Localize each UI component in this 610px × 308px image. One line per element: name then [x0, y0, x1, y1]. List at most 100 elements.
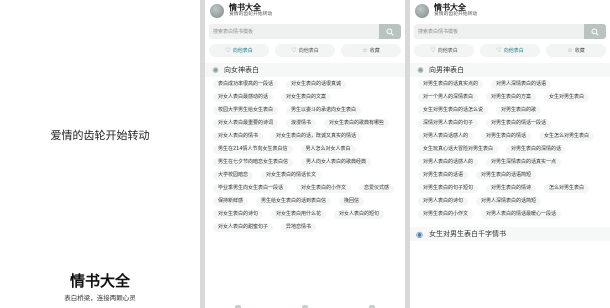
tag-item[interactable]: 对女生表白用什么花: [271, 210, 327, 219]
tag-item[interactable]: 女生对男生表白的话怎么说: [418, 106, 489, 115]
app-logo: [210, 4, 224, 18]
tag-item[interactable]: 恋爱仪式感: [359, 184, 395, 193]
tab-favorites[interactable]: ☆ 收藏: [546, 44, 606, 57]
splash-slogan: 表白桥梁，连接两颗心灵: [64, 294, 136, 302]
tag-item[interactable]: 对女生表白的歌典有哪些: [324, 119, 390, 128]
tag-item[interactable]: 对男生深情表白的话真实一点: [486, 158, 562, 167]
search-button[interactable]: [379, 24, 401, 39]
tab-bar: ♡ 向他表白 ♡ 向他表白 ☆ 收藏: [205, 44, 405, 57]
tag-item[interactable]: 对男生表白的情诗: [486, 184, 537, 193]
tab-label: 向他表白: [437, 48, 458, 54]
section-title: 向女神表白: [224, 66, 259, 74]
tag-item[interactable]: 女生怎么对男生表白: [539, 132, 595, 141]
tag-item[interactable]: 挽回信: [339, 197, 365, 206]
search-icon: [386, 27, 394, 36]
search-bar: [414, 24, 606, 39]
globe-icon: ◉: [416, 229, 423, 239]
tag-item[interactable]: 对男生表白的话语: [418, 171, 469, 180]
sun-icon: ✺: [212, 65, 219, 75]
star-icon: ☆: [567, 47, 573, 54]
phone-screen-female: 情书大全 爱情的齿轮开始转动 ♡向他表白 ♡向他表白 ☆收藏 ✺ 向女神表白 表…: [205, 0, 405, 308]
tag-item[interactable]: 男生给女生表白的话到表白信: [256, 197, 332, 206]
app-subtitle: 爱情的齿轮开始转动: [229, 12, 273, 18]
tag-item[interactable]: 对男生表白的深情的话: [506, 145, 567, 154]
tab-to-him[interactable]: ♡ 向他表白: [275, 44, 335, 57]
tab-favorites[interactable]: ☆ 收藏: [341, 44, 401, 57]
app-title: 情书大全: [434, 3, 466, 13]
tag-item[interactable]: 表白成功率很高的一段话: [213, 80, 279, 89]
tab-to-her[interactable]: ♡ 向他表白: [209, 44, 269, 57]
tag-item[interactable]: 男人怎么对女人表白: [300, 145, 356, 154]
tag-item[interactable]: 毕业季男生向女生表白一段话: [213, 184, 289, 193]
tag-item[interactable]: 男生在214情人节向女生表白信: [213, 145, 293, 154]
section-title: 女生对男生表白千字情书: [429, 230, 506, 238]
tag-item[interactable]: 对女生表白的话，既诚又真实的情话: [271, 132, 362, 141]
tag-item[interactable]: 对男生表白的话真实点的: [418, 80, 484, 89]
tag-item[interactable]: 对女生表白的文案: [281, 93, 332, 102]
tag-item[interactable]: 浪漫情书: [286, 119, 317, 128]
tag-item[interactable]: 男生在七夕节向暗恋女生表白信: [213, 158, 294, 167]
section-title: 向男神表白: [429, 66, 464, 74]
section-header: ✺ 向男神表白: [410, 63, 610, 77]
tag-item[interactable]: 对女生表白的情话长文: [261, 171, 322, 180]
tag-item[interactable]: 对男生表白的方案: [486, 93, 537, 102]
section-header: ✺ 向女神表白: [205, 63, 405, 77]
tab-label: 向他表白: [232, 48, 253, 54]
tab-to-her[interactable]: ♡ 向他表白: [414, 44, 474, 57]
bottom-nav: [205, 302, 405, 308]
star-icon: ☆: [362, 47, 368, 54]
tag-item[interactable]: 对一个男人的深情表白: [418, 93, 479, 102]
heart-icon: ♡: [430, 47, 436, 54]
tab-label: 收藏: [574, 48, 585, 54]
tag-list: 对男生表白的话真实点的 对男人深情表白的话语 对一个男人的深情表白 对男生表白的方案女…: [410, 77, 610, 223]
tag-item[interactable]: 对男生表白的句子短句: [418, 184, 479, 193]
search-icon: [591, 27, 599, 36]
splash-screen: 爱情的齿轮开始转动 情书大全 表白桥梁，连接两颗心灵: [0, 0, 200, 308]
tab-label: 向他表白: [503, 48, 524, 54]
tag-item[interactable]: 深情对男人表白的句子: [418, 119, 479, 128]
tag-item[interactable]: 保持新鲜感: [213, 197, 249, 206]
tag-item[interactable]: 男生以委斗的承诺向女生表白: [286, 106, 362, 115]
tag-item[interactable]: 对女人表白最感动的话: [213, 93, 274, 102]
tag-item[interactable]: 对男人深情表白的话简短: [476, 197, 542, 206]
tag-item[interactable]: 对男人表白的诗句: [418, 197, 469, 206]
tag-item[interactable]: 对男人表白话感人的: [418, 132, 474, 141]
tab-to-him[interactable]: ♡ 向他表白: [480, 44, 540, 57]
tag-item[interactable]: 对女人表白的甜蜜句子: [213, 223, 274, 232]
tag-item[interactable]: 对女人表白的情书: [213, 132, 264, 141]
heart-icon: ♡: [291, 47, 297, 54]
tag-item[interactable]: 女生对男生表白: [544, 93, 590, 102]
heart-icon: ♡: [496, 47, 502, 54]
tag-item[interactable]: 对男生表白的小作文: [418, 210, 474, 219]
tag-item[interactable]: 对男人深情表白的话语: [491, 80, 552, 89]
tag-item[interactable]: 对女生表白的小作文: [296, 184, 352, 193]
tag-item[interactable]: 对女人表白最重要的诗词: [213, 119, 279, 128]
tag-item[interactable]: 校园大学男生给女生表白: [213, 106, 279, 115]
search-input[interactable]: [209, 24, 379, 39]
tag-item[interactable]: 对男生表白的话语简短: [476, 171, 537, 180]
search-input[interactable]: [414, 24, 584, 39]
tag-item[interactable]: 对男生表白的情话一段话: [486, 119, 552, 128]
tag-item[interactable]: 女生玩真心话大冒险对男生表白: [418, 145, 499, 154]
tag-item[interactable]: 异地恋情书: [281, 223, 317, 232]
tag-item[interactable]: 怎么对男生表白: [544, 184, 590, 193]
search-bar: [209, 24, 401, 39]
app-logo: [415, 4, 429, 18]
tag-item[interactable]: 大学校园暗恋: [213, 171, 254, 180]
splash-app-name: 情书大全: [69, 272, 130, 290]
tag-item[interactable]: 对女生表白的话很真诚: [286, 80, 347, 89]
tag-item[interactable]: 对男生表白的歌: [496, 106, 542, 115]
tag-item[interactable]: 对男人表白的情话最暖心一段话: [481, 210, 562, 219]
tab-bar: ♡ 向他表白 ♡ 向他表白 ☆ 收藏: [410, 44, 610, 57]
tag-item[interactable]: 对男人表白的话感人的: [418, 158, 479, 167]
app-title: 情书大全: [229, 3, 261, 13]
tag-item[interactable]: 对女人表白的短句: [334, 210, 385, 219]
search-button[interactable]: [584, 24, 606, 39]
section-header: ◉ 女生对男生表白千字情书: [410, 227, 610, 241]
heart-icon: ♡: [225, 47, 231, 54]
tag-item[interactable]: 对女生表白的诗句: [213, 210, 264, 219]
tag-item[interactable]: 男人向女人表白的歌典经典: [301, 158, 372, 167]
sun-icon: ✺: [417, 65, 424, 75]
tab-label: 向他表白: [298, 48, 319, 54]
tag-item[interactable]: 对男生表白的情话: [481, 132, 532, 141]
